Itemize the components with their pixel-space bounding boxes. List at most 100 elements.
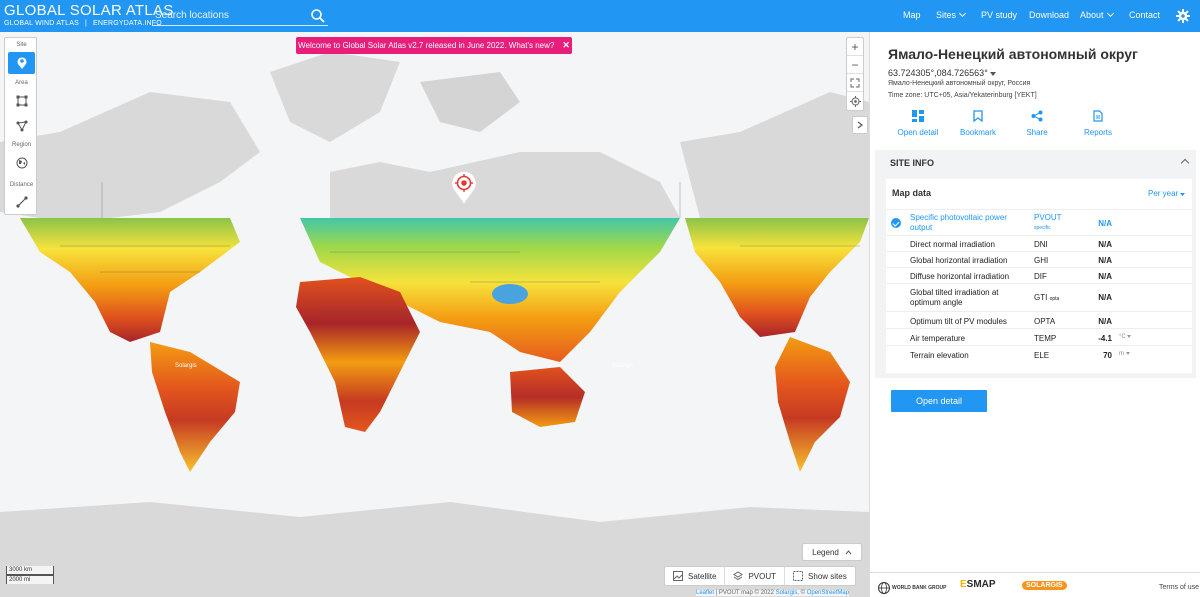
esmap-logo[interactable]: ESMAP: [960, 579, 996, 590]
zoom-in-button[interactable]: +: [847, 38, 863, 56]
reports-action[interactable]: Reports: [1068, 110, 1128, 137]
site-tool-button[interactable]: [8, 52, 35, 74]
chevron-up-icon[interactable]: [1180, 158, 1190, 168]
terms-of-use-link[interactable]: Terms of use: [1159, 584, 1199, 591]
share-label: Share: [1026, 128, 1048, 137]
map-controls: + −: [846, 37, 864, 111]
data-row-gti[interactable]: Global tilted irradiation at optimum ang…: [886, 283, 1192, 311]
area-polygon-tool[interactable]: [8, 115, 35, 137]
caret-down-icon: [1127, 335, 1132, 338]
row-abbr: DNI: [1034, 240, 1048, 249]
share-action[interactable]: Share: [1007, 110, 1067, 137]
data-row-dif[interactable]: Diffuse horizontal irradiation DIF N/A: [886, 267, 1192, 283]
check-circle-icon[interactable]: [891, 218, 901, 228]
gear-icon[interactable]: [1176, 9, 1190, 23]
collapse-panel-button[interactable]: [852, 116, 868, 134]
row-abbr: GHI: [1034, 256, 1049, 265]
site-info-heading[interactable]: SITE INFO: [890, 158, 934, 168]
esmap-rest: SMAP: [966, 579, 996, 590]
area-rectangle-tool[interactable]: [8, 90, 35, 112]
unit-dropdown[interactable]: °C: [1119, 334, 1132, 340]
bookmark-icon: [973, 110, 983, 122]
map-data-table: Specific photovoltaic power output PVOUT…: [886, 209, 1192, 363]
nav-sites-label: Sites: [936, 10, 957, 20]
site-info-section: SITE INFO Map data Per year Specific pho…: [875, 150, 1196, 378]
pvout-layer-button[interactable]: PVOUT: [725, 567, 786, 585]
global-wind-atlas-link[interactable]: GLOBAL WIND ATLAS: [4, 20, 79, 27]
globe-icon: [16, 157, 27, 169]
distance-tool-button[interactable]: [8, 191, 35, 213]
region-tool-button[interactable]: [8, 152, 35, 174]
satellite-label: Satellite: [688, 571, 717, 581]
search-icon[interactable]: [310, 8, 326, 24]
data-row-temp[interactable]: Air temperature TEMP -4.1 °C: [886, 328, 1192, 345]
nav-contact[interactable]: Contact: [1129, 10, 1160, 20]
sites-icon: [793, 571, 804, 581]
chevron-down-icon: [958, 9, 967, 18]
nav-download[interactable]: Download: [1029, 10, 1069, 20]
row-abbr: OPTA: [1034, 317, 1056, 326]
nav-map[interactable]: Map: [903, 10, 921, 20]
locate-button[interactable]: [847, 92, 863, 110]
fullscreen-button[interactable]: [847, 74, 863, 92]
osm-link[interactable]: OpenStreetMap: [807, 590, 849, 596]
tool-label-site: Site: [16, 42, 27, 48]
tool-palette: Site Area Region Distance: [4, 37, 37, 215]
data-row-opta[interactable]: Optimum tilt of PV modules OPTA N/A: [886, 311, 1192, 328]
satellite-layer-button[interactable]: Satellite: [665, 567, 726, 585]
world-bank-text: WORLD BANK GROUP: [892, 585, 947, 591]
layer-switcher: Satellite PVOUT Show sites: [664, 566, 856, 586]
solargis-link[interactable]: Solargis: [776, 590, 798, 596]
row-name: Air temperature: [910, 334, 966, 343]
map-data-title: Map data: [892, 188, 932, 198]
close-icon[interactable]: ✕: [562, 40, 570, 51]
legend-button[interactable]: Legend: [802, 543, 862, 561]
brand-logo[interactable]: GLOBAL SOLAR ATLAS GLOBAL WIND ATLAS | ENE…: [4, 3, 174, 28]
top-bar: GLOBAL SOLAR ATLAS GLOBAL WIND ATLAS | ENE…: [0, 0, 1200, 32]
row-value: 70: [1103, 351, 1112, 360]
row-abbr: DIF: [1034, 272, 1047, 281]
solargis-logo[interactable]: SOLARGIS: [1022, 581, 1067, 590]
tool-label-region: Region: [11, 142, 31, 148]
nav-pv-study[interactable]: PV study: [981, 10, 1017, 20]
leaflet-link[interactable]: Leaflet: [696, 590, 714, 596]
app-title: GLOBAL SOLAR ATLAS: [4, 2, 174, 19]
fullscreen-icon: [850, 78, 860, 87]
nav-sites[interactable]: Sites: [936, 9, 967, 20]
world-bank-logo[interactable]: WORLD BANK GROUP: [878, 582, 946, 594]
zoom-out-button[interactable]: −: [847, 56, 863, 74]
welcome-banner[interactable]: Welcome to Global Solar Atlas v2.7 relea…: [296, 37, 572, 54]
nav-about[interactable]: About: [1080, 9, 1114, 20]
site-timezone: Time zone: UTC+05, Asia/Yekaterinburg [Y…: [888, 92, 1037, 99]
bookmark-action[interactable]: Bookmark: [948, 110, 1008, 137]
scale-bar: 3000 km 2000 mi: [6, 566, 54, 584]
open-detail-button[interactable]: Open detail: [891, 390, 987, 412]
row-abbr: GTI opta: [1034, 293, 1059, 302]
chevron-up-icon: [845, 549, 852, 554]
attribution-text: | PVOUT map © 2022: [714, 590, 776, 596]
data-row-pvout[interactable]: Specific photovoltaic power output PVOUT…: [886, 209, 1192, 235]
data-row-dni[interactable]: Direct normal irradiation DNI N/A: [886, 235, 1192, 251]
unit-dropdown[interactable]: m: [1119, 351, 1130, 357]
row-value: N/A: [1098, 240, 1112, 249]
site-marker-icon[interactable]: [451, 171, 477, 205]
show-sites-button[interactable]: Show sites: [785, 567, 855, 585]
data-row-ele[interactable]: Terrain elevation ELE 70 m: [886, 345, 1192, 363]
open-detail-action[interactable]: Open detail: [888, 110, 948, 137]
share-icon: [1031, 110, 1043, 122]
row-value: N/A: [1098, 272, 1112, 281]
welcome-text[interactable]: Welcome to Global Solar Atlas v2.7 relea…: [298, 41, 554, 50]
map-canvas[interactable]: Solargis Solargis: [0, 32, 869, 597]
period-dropdown[interactable]: Per year: [1148, 189, 1186, 198]
data-row-ghi[interactable]: Global horizontal irradiation GHI N/A: [886, 251, 1192, 267]
row-name: Global tilted irradiation at optimum ang…: [910, 288, 999, 307]
chevron-down-icon: [1106, 9, 1114, 18]
site-coordinates[interactable]: 63.724305°,084.726563°: [888, 68, 997, 78]
esmap-e: E: [960, 579, 967, 590]
bookmark-label: Bookmark: [959, 128, 996, 137]
search-input[interactable]: [152, 6, 302, 24]
row-name: Diffuse horizontal irradiation: [910, 272, 1010, 281]
row-name: Optimum tilt of PV modules: [910, 317, 1007, 326]
site-panel: Ямало-Ненецкий автономный округ 63.72430…: [869, 32, 1200, 597]
scale-km: 3000 km: [6, 566, 54, 575]
